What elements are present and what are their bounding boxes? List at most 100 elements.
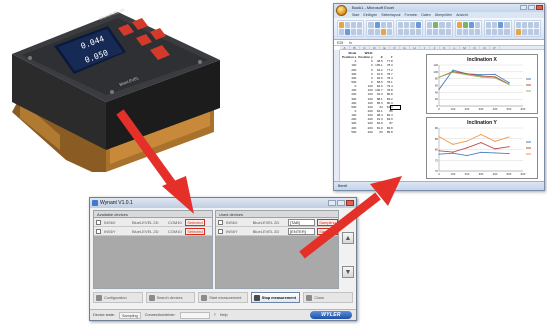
table-cell[interactable]: 85.8	[384, 130, 394, 134]
ribbon-tab[interactable]: Überprüfen	[435, 12, 453, 18]
used-devices-panel: Used devices INS6X BlueLEVEL 2D [TAB] Sampl…	[215, 210, 339, 289]
device-row[interactable]: INS6Y BlueLEVEL 2D COM10 Selected	[94, 227, 212, 236]
x-tick-label: 100	[451, 107, 456, 111]
worksheet[interactable]: ABCDEFGHIJKLMNOP Mode WS11 Position x Posit…	[334, 46, 544, 181]
table-cell[interactable]: 105.1	[374, 63, 384, 67]
column-header[interactable]: N	[470, 46, 480, 50]
device-row[interactable]: INS6X BlueLEVEL 2D COM10 Selected	[94, 218, 212, 227]
name-box[interactable]: E25	[337, 40, 343, 45]
data-point	[480, 142, 482, 144]
selected-cell[interactable]	[390, 105, 401, 110]
data-point	[508, 136, 510, 138]
column-header[interactable]: M	[460, 46, 470, 50]
toolbar-button-configuration[interactable]: Configuration	[93, 292, 143, 303]
data-point	[480, 74, 482, 76]
ribbon-tab[interactable]: Einfügen	[363, 12, 377, 18]
column-header[interactable]: G	[400, 46, 410, 50]
x-tick-label: 300	[479, 172, 484, 176]
wynant-window: Wynant V1.0.1 Available devices INS6X Blu…	[89, 197, 357, 321]
device-checkbox[interactable]	[218, 219, 223, 225]
ribbon-group-editing[interactable]	[513, 20, 541, 37]
column-header[interactable]: K	[440, 46, 450, 50]
inclinometer-device: 0.044 0.050 BlueLEVEL 2D BlueLEVEL	[12, 7, 220, 172]
minimize-button[interactable]	[328, 200, 336, 206]
device-checkbox[interactable]	[218, 228, 223, 234]
device-row[interactable]: INS6X BlueLEVEL 2D [TAB] Sampling	[216, 218, 338, 227]
device-row[interactable]: INS6Y BlueLEVEL 2D [ENTER] Sampling	[216, 227, 338, 236]
toolbar-button-stop-measurement[interactable]: Stop measurement	[250, 292, 301, 303]
table-cell[interactable]: 63	[374, 130, 384, 134]
send-mode-select[interactable]: [TAB]	[288, 218, 315, 226]
arrow-up-icon: ▲	[344, 235, 352, 242]
device-checkbox[interactable]	[96, 219, 101, 225]
close-button[interactable]	[536, 5, 543, 10]
close-button[interactable]	[346, 200, 354, 206]
table-cell[interactable]: 200	[357, 130, 373, 134]
device-model: BlueLEVEL 2D	[132, 228, 159, 234]
table-cell[interactable]: 500	[341, 130, 357, 134]
column-header[interactable]: H	[410, 46, 420, 50]
chart-plot: 0204060801001200 100 200 300 400 500 600	[433, 63, 531, 111]
data-point	[452, 152, 454, 154]
column-header[interactable]: J	[430, 46, 440, 50]
maximize-button[interactable]	[337, 200, 345, 206]
table-row: 500 200 63 85.8	[341, 130, 394, 134]
data-point	[438, 76, 440, 78]
ribbon-group-clipboard[interactable]	[337, 20, 365, 37]
column-header[interactable]: C	[360, 46, 370, 50]
excel-window-controls	[520, 5, 543, 10]
move-down-button[interactable]: ▼	[342, 266, 354, 278]
device-state-badge: Selected	[185, 218, 205, 226]
sampling-badge: Sampling	[316, 218, 338, 226]
y-tick-label: 75	[435, 158, 439, 162]
toolbar-button-close[interactable]: Close	[303, 292, 353, 303]
send-mode-select[interactable]: [ENTER]	[288, 227, 315, 235]
data-table: Mode WS11 Position x Position y X Y 0 0 48.5 77.8…	[341, 51, 394, 134]
fx-icon: fx	[349, 41, 352, 45]
data-point	[438, 153, 440, 155]
toolbar-button-label: Close	[314, 295, 325, 300]
device-checkbox[interactable]	[96, 228, 101, 234]
column-header[interactable]: B	[350, 46, 360, 50]
column-header[interactable]: A	[340, 46, 350, 50]
ribbon-tab[interactable]: Ansicht	[456, 12, 467, 18]
ribbon-tab[interactable]: Daten	[421, 12, 430, 18]
column-headers: ABCDEFGHIJKLMNOP	[340, 46, 544, 50]
ribbon-tab[interactable]: Formeln	[405, 12, 418, 18]
chart-inclination-x[interactable]: Inclination X 0 20 40 60 80 100 120 0 100 200 300 4…	[426, 54, 538, 114]
data-point	[494, 152, 496, 154]
ribbon-group-number[interactable]	[425, 20, 453, 37]
data-point	[466, 154, 468, 157]
ribbon-group-cells[interactable]	[484, 20, 512, 37]
data-point	[466, 73, 468, 75]
chart-inclination-y[interactable]: Inclination Y 70 75 80 85 90 0 100 200 300 400 500…	[426, 117, 538, 179]
help-icon[interactable]: ?	[214, 313, 216, 317]
column-header[interactable]: E	[380, 46, 390, 50]
toolbar-button-search-devices[interactable]: Search devices	[145, 292, 196, 303]
column-header[interactable]: O	[480, 46, 490, 50]
ribbon-tab[interactable]: Start	[352, 12, 359, 18]
column-header[interactable]: F	[390, 46, 400, 50]
device-id: INS6Y	[226, 228, 238, 234]
data-point	[466, 74, 468, 76]
ribbon-group-font[interactable]	[366, 20, 394, 37]
column-header[interactable]: I	[420, 46, 430, 50]
ribbon-group-alignment[interactable]	[395, 20, 424, 37]
ribbon-tab[interactable]: Seitenlayout	[381, 12, 400, 18]
maximize-button[interactable]	[528, 5, 535, 10]
data-point	[508, 83, 510, 86]
column-header[interactable]: D	[370, 46, 380, 50]
column-header[interactable]: P	[490, 46, 500, 50]
excel-window: Book1 - Microsoft Excel Start Einfügen Sei…	[333, 3, 545, 191]
minimize-button[interactable]	[520, 5, 527, 10]
data-point	[438, 150, 440, 152]
ribbon-group-styles[interactable]	[454, 20, 483, 37]
data-point	[480, 75, 482, 77]
office-button[interactable]	[336, 5, 347, 16]
column-header[interactable]: L	[450, 46, 460, 50]
help-link[interactable]: Help	[220, 313, 228, 317]
y-tick-label: 80	[435, 148, 439, 152]
move-up-button[interactable]: ▲	[342, 232, 354, 244]
toolbar-button-start-measurement[interactable]: Start measurement	[198, 292, 248, 303]
stop-icon	[253, 294, 260, 301]
